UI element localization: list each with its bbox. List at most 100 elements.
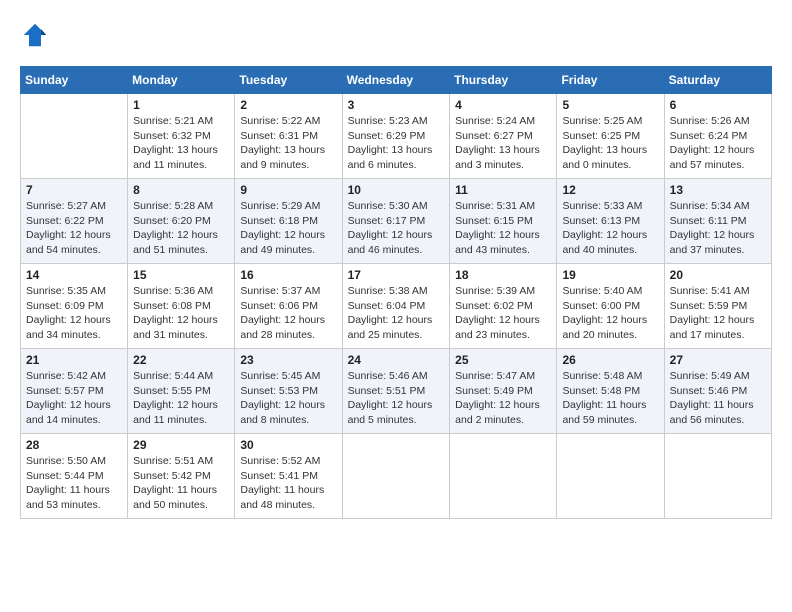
week-row-4: 21 Sunrise: 5:42 AM Sunset: 5:57 PM Dayli… xyxy=(21,349,772,434)
day-number: 26 xyxy=(562,353,658,367)
day-info: Sunrise: 5:39 AM Sunset: 6:02 PM Dayligh… xyxy=(455,284,551,343)
day-cell-7: 7 Sunrise: 5:27 AM Sunset: 6:22 PM Daylig… xyxy=(21,179,128,264)
empty-cell xyxy=(342,434,450,519)
day-number: 4 xyxy=(455,98,551,112)
day-number: 11 xyxy=(455,183,551,197)
day-info: Sunrise: 5:36 AM Sunset: 6:08 PM Dayligh… xyxy=(133,284,229,343)
empty-cell xyxy=(664,434,771,519)
day-cell-10: 10 Sunrise: 5:30 AM Sunset: 6:17 PM Dayli… xyxy=(342,179,450,264)
day-number: 3 xyxy=(348,98,445,112)
day-cell-8: 8 Sunrise: 5:28 AM Sunset: 6:20 PM Daylig… xyxy=(128,179,235,264)
day-number: 9 xyxy=(240,183,336,197)
day-info: Sunrise: 5:35 AM Sunset: 6:09 PM Dayligh… xyxy=(26,284,122,343)
calendar-table: SundayMondayTuesdayWednesdayThursdayFrid… xyxy=(20,66,772,519)
day-info: Sunrise: 5:38 AM Sunset: 6:04 PM Dayligh… xyxy=(348,284,445,343)
day-info: Sunrise: 5:25 AM Sunset: 6:25 PM Dayligh… xyxy=(562,114,658,173)
day-number: 20 xyxy=(670,268,766,282)
day-cell-15: 15 Sunrise: 5:36 AM Sunset: 6:08 PM Dayli… xyxy=(128,264,235,349)
day-cell-19: 19 Sunrise: 5:40 AM Sunset: 6:00 PM Dayli… xyxy=(557,264,664,349)
column-header-tuesday: Tuesday xyxy=(235,67,342,94)
day-cell-4: 4 Sunrise: 5:24 AM Sunset: 6:27 PM Daylig… xyxy=(450,94,557,179)
day-cell-5: 5 Sunrise: 5:25 AM Sunset: 6:25 PM Daylig… xyxy=(557,94,664,179)
day-info: Sunrise: 5:51 AM Sunset: 5:42 PM Dayligh… xyxy=(133,454,229,513)
day-info: Sunrise: 5:31 AM Sunset: 6:15 PM Dayligh… xyxy=(455,199,551,258)
day-number: 5 xyxy=(562,98,658,112)
day-number: 2 xyxy=(240,98,336,112)
day-number: 25 xyxy=(455,353,551,367)
day-number: 8 xyxy=(133,183,229,197)
day-info: Sunrise: 5:40 AM Sunset: 6:00 PM Dayligh… xyxy=(562,284,658,343)
day-cell-12: 12Sunrise: 5:33 AM Sunset: 6:13 PM Dayli… xyxy=(557,179,664,264)
day-number: 29 xyxy=(133,438,229,452)
day-number: 13 xyxy=(670,183,766,197)
day-info: Sunrise: 5:42 AM Sunset: 5:57 PM Dayligh… xyxy=(26,369,122,428)
day-cell-14: 14 Sunrise: 5:35 AM Sunset: 6:09 PM Dayli… xyxy=(21,264,128,349)
calendar-header-row: SundayMondayTuesdayWednesdayThursdayFrid… xyxy=(21,67,772,94)
day-cell-23: 23Sunrise: 5:45 AM Sunset: 5:53 PM Dayli… xyxy=(235,349,342,434)
day-number: 24 xyxy=(348,353,445,367)
day-cell-1: 1 Sunrise: 5:21 AM Sunset: 6:32 PM Daylig… xyxy=(128,94,235,179)
day-info: Sunrise: 5:30 AM Sunset: 6:17 PM Dayligh… xyxy=(348,199,445,258)
day-number: 6 xyxy=(670,98,766,112)
day-info: Sunrise: 5:41 AM Sunset: 5:59 PM Dayligh… xyxy=(670,284,766,343)
week-row-5: 28 Sunrise: 5:50 AM Sunset: 5:44 PM Dayli… xyxy=(21,434,772,519)
day-cell-22: 22Sunrise: 5:44 AM Sunset: 5:55 PM Dayli… xyxy=(128,349,235,434)
day-number: 14 xyxy=(26,268,122,282)
day-number: 21 xyxy=(26,353,122,367)
day-cell-29: 29 Sunrise: 5:51 AM Sunset: 5:42 PM Dayli… xyxy=(128,434,235,519)
day-info: Sunrise: 5:46 AM Sunset: 5:51 PM Dayligh… xyxy=(348,369,445,428)
day-number: 23 xyxy=(240,353,336,367)
logo xyxy=(20,20,54,50)
empty-cell xyxy=(450,434,557,519)
column-header-sunday: Sunday xyxy=(21,67,128,94)
day-info: Sunrise: 5:26 AM Sunset: 6:24 PM Dayligh… xyxy=(670,114,766,173)
empty-cell xyxy=(21,94,128,179)
day-cell-30: 30 Sunrise: 5:52 AM Sunset: 5:41 PM Dayli… xyxy=(235,434,342,519)
day-cell-25: 25Sunrise: 5:47 AM Sunset: 5:49 PM Dayli… xyxy=(450,349,557,434)
day-cell-26: 26 Sunrise: 5:48 AM Sunset: 5:48 PM Dayli… xyxy=(557,349,664,434)
week-row-3: 14 Sunrise: 5:35 AM Sunset: 6:09 PM Dayli… xyxy=(21,264,772,349)
logo-icon xyxy=(20,20,50,50)
day-cell-2: 2 Sunrise: 5:22 AM Sunset: 6:31 PM Daylig… xyxy=(235,94,342,179)
page-header xyxy=(20,20,772,50)
day-info: Sunrise: 5:22 AM Sunset: 6:31 PM Dayligh… xyxy=(240,114,336,173)
day-number: 27 xyxy=(670,353,766,367)
day-info: Sunrise: 5:24 AM Sunset: 6:27 PM Dayligh… xyxy=(455,114,551,173)
column-header-thursday: Thursday xyxy=(450,67,557,94)
day-info: Sunrise: 5:29 AM Sunset: 6:18 PM Dayligh… xyxy=(240,199,336,258)
day-number: 7 xyxy=(26,183,122,197)
day-number: 15 xyxy=(133,268,229,282)
day-cell-20: 20 Sunrise: 5:41 AM Sunset: 5:59 PM Dayli… xyxy=(664,264,771,349)
day-number: 1 xyxy=(133,98,229,112)
day-cell-27: 27 Sunrise: 5:49 AM Sunset: 5:46 PM Dayli… xyxy=(664,349,771,434)
day-cell-24: 24 Sunrise: 5:46 AM Sunset: 5:51 PM Dayli… xyxy=(342,349,450,434)
day-cell-13: 13Sunrise: 5:34 AM Sunset: 6:11 PM Dayli… xyxy=(664,179,771,264)
day-info: Sunrise: 5:33 AM Sunset: 6:13 PM Dayligh… xyxy=(562,199,658,258)
day-info: Sunrise: 5:28 AM Sunset: 6:20 PM Dayligh… xyxy=(133,199,229,258)
day-cell-6: 6 Sunrise: 5:26 AM Sunset: 6:24 PM Daylig… xyxy=(664,94,771,179)
day-info: Sunrise: 5:21 AM Sunset: 6:32 PM Dayligh… xyxy=(133,114,229,173)
day-info: Sunrise: 5:48 AM Sunset: 5:48 PM Dayligh… xyxy=(562,369,658,428)
day-number: 19 xyxy=(562,268,658,282)
day-cell-18: 18Sunrise: 5:39 AM Sunset: 6:02 PM Dayli… xyxy=(450,264,557,349)
day-info: Sunrise: 5:27 AM Sunset: 6:22 PM Dayligh… xyxy=(26,199,122,258)
day-cell-28: 28 Sunrise: 5:50 AM Sunset: 5:44 PM Dayli… xyxy=(21,434,128,519)
day-number: 17 xyxy=(348,268,445,282)
column-header-friday: Friday xyxy=(557,67,664,94)
day-cell-9: 9 Sunrise: 5:29 AM Sunset: 6:18 PM Daylig… xyxy=(235,179,342,264)
day-cell-11: 11 Sunrise: 5:31 AM Sunset: 6:15 PM Dayli… xyxy=(450,179,557,264)
day-number: 30 xyxy=(240,438,336,452)
day-info: Sunrise: 5:37 AM Sunset: 6:06 PM Dayligh… xyxy=(240,284,336,343)
day-cell-16: 16 Sunrise: 5:37 AM Sunset: 6:06 PM Dayli… xyxy=(235,264,342,349)
day-info: Sunrise: 5:49 AM Sunset: 5:46 PM Dayligh… xyxy=(670,369,766,428)
column-header-wednesday: Wednesday xyxy=(342,67,450,94)
day-number: 10 xyxy=(348,183,445,197)
day-number: 16 xyxy=(240,268,336,282)
day-cell-17: 17 Sunrise: 5:38 AM Sunset: 6:04 PM Dayli… xyxy=(342,264,450,349)
week-row-2: 7 Sunrise: 5:27 AM Sunset: 6:22 PM Daylig… xyxy=(21,179,772,264)
day-info: Sunrise: 5:52 AM Sunset: 5:41 PM Dayligh… xyxy=(240,454,336,513)
day-cell-21: 21 Sunrise: 5:42 AM Sunset: 5:57 PM Dayli… xyxy=(21,349,128,434)
day-number: 28 xyxy=(26,438,122,452)
day-info: Sunrise: 5:50 AM Sunset: 5:44 PM Dayligh… xyxy=(26,454,122,513)
empty-cell xyxy=(557,434,664,519)
